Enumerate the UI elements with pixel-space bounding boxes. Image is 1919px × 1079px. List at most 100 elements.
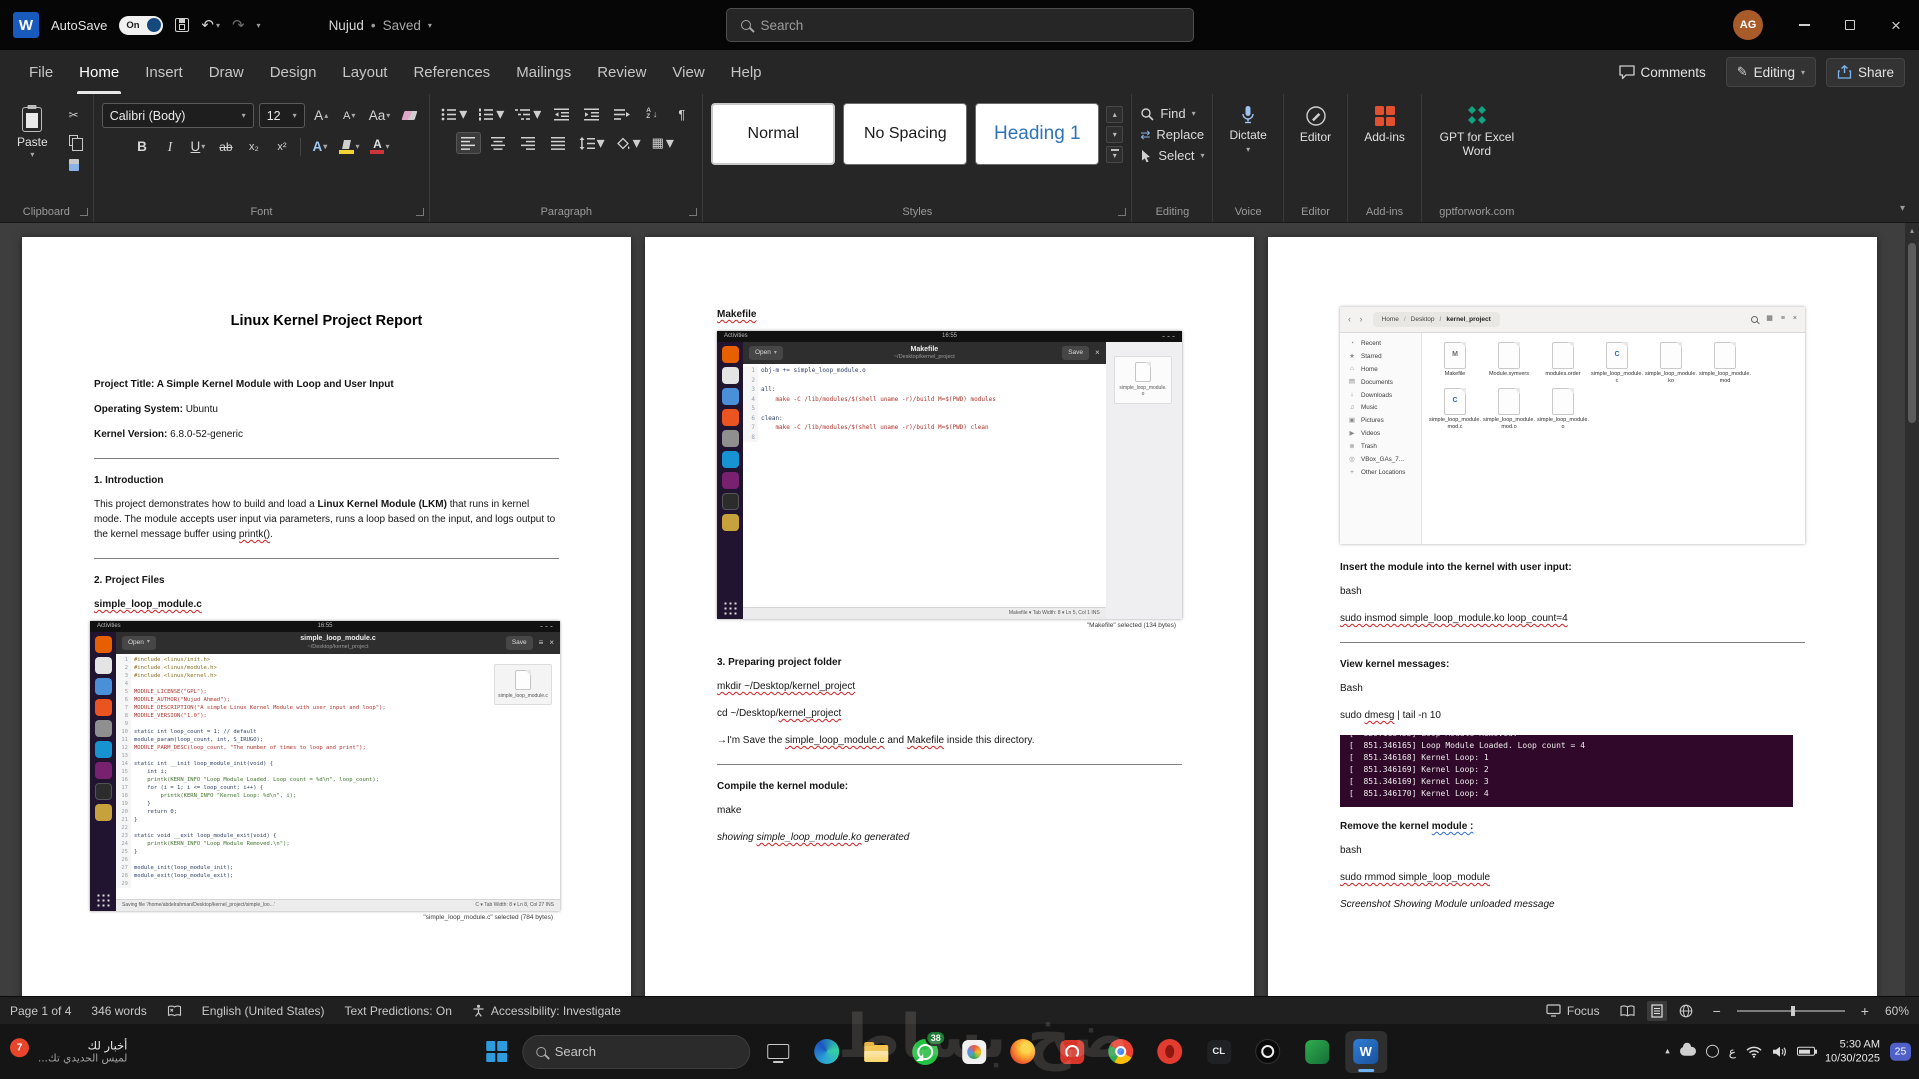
files-sidebar-item[interactable]: ▶ Videos bbox=[1340, 428, 1421, 441]
find-button[interactable]: Find ▾ bbox=[1140, 106, 1196, 121]
gpt-for-excel-word-button[interactable]: GPT for Excel Word bbox=[1430, 103, 1524, 161]
files-sidebar-item[interactable]: ⊗ Trash bbox=[1340, 441, 1421, 454]
taskbar-photos-icon[interactable] bbox=[953, 1031, 995, 1073]
files-sidebar-item[interactable]: ♫ Music bbox=[1340, 402, 1421, 415]
read-mode-button[interactable] bbox=[1616, 1002, 1639, 1020]
taskbar-firefox-icon[interactable] bbox=[1002, 1031, 1044, 1073]
align-right-button[interactable] bbox=[516, 132, 541, 154]
clock[interactable]: 5:30 AM 10/30/2025 bbox=[1825, 1037, 1880, 1066]
shrink-font-button[interactable]: A ▾ bbox=[338, 104, 361, 127]
share-button[interactable]: Share bbox=[1825, 57, 1905, 87]
dock-app-icon[interactable] bbox=[94, 719, 112, 737]
file-item[interactable]: simple_loop_module.ko bbox=[1645, 342, 1697, 384]
view-toggle-icon[interactable]: ▦ bbox=[1766, 314, 1773, 325]
keyboard-language-indicator[interactable]: ع bbox=[1729, 1045, 1736, 1059]
ribbon-tab[interactable]: Home bbox=[66, 50, 132, 94]
styles-scroll-down-button[interactable]: ▾ bbox=[1106, 125, 1124, 143]
tray-app-icon[interactable] bbox=[1705, 1045, 1719, 1058]
borders-button[interactable]: ▦ ▾ bbox=[649, 132, 677, 154]
select-button[interactable]: Select ▾ bbox=[1140, 148, 1204, 163]
text-direction-button[interactable] bbox=[609, 103, 634, 125]
taskbar-word-icon[interactable]: W bbox=[1344, 1030, 1387, 1073]
volume-icon[interactable] bbox=[1772, 1046, 1787, 1058]
styles-dialog-launcher[interactable] bbox=[1118, 208, 1127, 216]
dock-app-icon[interactable] bbox=[94, 656, 112, 674]
document-title[interactable]: Nujud • Saved ▾ bbox=[329, 18, 432, 33]
change-case-button[interactable]: Aa ▾ bbox=[366, 104, 394, 127]
ribbon-tab[interactable]: References bbox=[400, 50, 503, 94]
dock-app-icon[interactable] bbox=[94, 635, 112, 653]
maximize-button[interactable] bbox=[1827, 0, 1873, 50]
dock-app-icon[interactable] bbox=[721, 430, 739, 447]
proofing-icon[interactable] bbox=[167, 1005, 182, 1017]
files-sidebar-item[interactable]: + Other Locations bbox=[1340, 466, 1421, 479]
files-sidebar-item[interactable]: ⌂ Home bbox=[1340, 363, 1421, 376]
account-avatar[interactable]: AG bbox=[1733, 10, 1763, 40]
page-count[interactable]: Page 1 of 4 bbox=[10, 1004, 71, 1018]
sort-button[interactable]: AZ ↓ bbox=[639, 103, 664, 125]
show-applications-icon[interactable] bbox=[723, 601, 737, 615]
font-size-select[interactable]: 12 ▾ bbox=[258, 103, 305, 128]
taskbar-dark-ring-app-icon[interactable] bbox=[1247, 1031, 1289, 1073]
close-button[interactable]: × bbox=[1873, 0, 1919, 50]
quick-access-chevron-icon[interactable]: ▾ bbox=[257, 21, 261, 30]
file-item[interactable]: modules.order bbox=[1537, 342, 1589, 384]
italic-button[interactable]: I bbox=[158, 135, 181, 158]
path-segment[interactable]: Home bbox=[1382, 315, 1399, 325]
dock-app-icon[interactable] bbox=[94, 761, 112, 779]
files-search-icon[interactable] bbox=[1751, 316, 1759, 323]
bold-button[interactable]: B bbox=[130, 135, 153, 158]
word-logo-icon[interactable]: W bbox=[13, 12, 39, 38]
paragraph-dialog-launcher[interactable] bbox=[689, 208, 698, 216]
dock-app-icon[interactable] bbox=[94, 803, 112, 821]
multilevel-list-button[interactable]: ▾ bbox=[512, 103, 544, 125]
ribbon-tab[interactable]: Layout bbox=[329, 50, 400, 94]
notification-badge[interactable]: 25 bbox=[1890, 1042, 1911, 1061]
ribbon-tab[interactable]: File bbox=[16, 50, 66, 94]
ribbon-tab[interactable]: Draw bbox=[196, 50, 257, 94]
increase-indent-button[interactable] bbox=[579, 103, 604, 125]
shading-button[interactable]: ▾ bbox=[613, 132, 644, 154]
ribbon-tab[interactable]: Help bbox=[718, 50, 775, 94]
dock-app-icon[interactable] bbox=[94, 740, 112, 758]
document-page-1[interactable]: Linux Kernel Project Report Project Titl… bbox=[22, 237, 631, 996]
styles-scroll-up-button[interactable]: ▴ bbox=[1106, 105, 1124, 123]
cut-button[interactable]: ✂ bbox=[63, 105, 85, 125]
dock-app-icon[interactable] bbox=[721, 472, 739, 489]
styles-gallery-more-button[interactable]: ▾ bbox=[1106, 145, 1124, 163]
format-painter-button[interactable] bbox=[63, 155, 85, 175]
file-item[interactable]: simple_loop_module.mod.o bbox=[1483, 388, 1535, 430]
show-paragraph-marks-button[interactable]: ¶ bbox=[669, 103, 694, 125]
paste-button[interactable]: Paste ▾ bbox=[8, 103, 57, 164]
taskbar-opera-icon[interactable] bbox=[1149, 1031, 1191, 1073]
dock-app-icon[interactable] bbox=[721, 514, 739, 531]
dock-app-icon[interactable] bbox=[721, 451, 739, 468]
editor-open-button[interactable]: Open ▾ bbox=[122, 635, 156, 650]
strikethrough-button[interactable]: ab bbox=[214, 135, 237, 158]
path-segment[interactable]: Desktop bbox=[1399, 315, 1435, 325]
clipboard-dialog-launcher[interactable] bbox=[79, 208, 88, 216]
taskbar-edge-icon[interactable] bbox=[806, 1031, 848, 1073]
zoom-slider[interactable] bbox=[1736, 1005, 1845, 1016]
decrease-indent-button[interactable] bbox=[549, 103, 574, 125]
taskbar-task-view-icon[interactable] bbox=[757, 1031, 799, 1073]
numbering-button[interactable]: ▾ bbox=[475, 103, 507, 125]
files-sidebar-item[interactable]: ↓ Downloads bbox=[1340, 389, 1421, 402]
file-item[interactable]: C simple_loop_module.mod.c bbox=[1429, 388, 1481, 430]
underline-button[interactable]: U ▾ bbox=[186, 135, 209, 158]
file-item[interactable]: simple_loop_module.o bbox=[1537, 388, 1589, 430]
battery-icon[interactable] bbox=[1796, 1047, 1817, 1056]
undo-button[interactable]: ↶ ▾ bbox=[201, 16, 220, 34]
editor-save-button[interactable]: Save bbox=[505, 635, 533, 650]
text-predictions[interactable]: Text Predictions: On bbox=[345, 1004, 452, 1018]
minimize-button[interactable] bbox=[1781, 0, 1827, 50]
save-button[interactable] bbox=[175, 18, 190, 32]
files-sidebar-item[interactable]: ▣ Pictures bbox=[1340, 415, 1421, 428]
dock-app-icon[interactable] bbox=[94, 677, 112, 695]
line-spacing-button[interactable]: ▾ bbox=[576, 132, 608, 154]
align-left-button[interactable] bbox=[455, 132, 481, 154]
zoom-out-button[interactable]: − bbox=[1713, 1003, 1721, 1019]
redo-button[interactable]: ↷ bbox=[232, 16, 245, 34]
files-menu-icon[interactable]: ≡ bbox=[1781, 314, 1785, 325]
taskbar-search[interactable]: Search bbox=[521, 1034, 750, 1069]
